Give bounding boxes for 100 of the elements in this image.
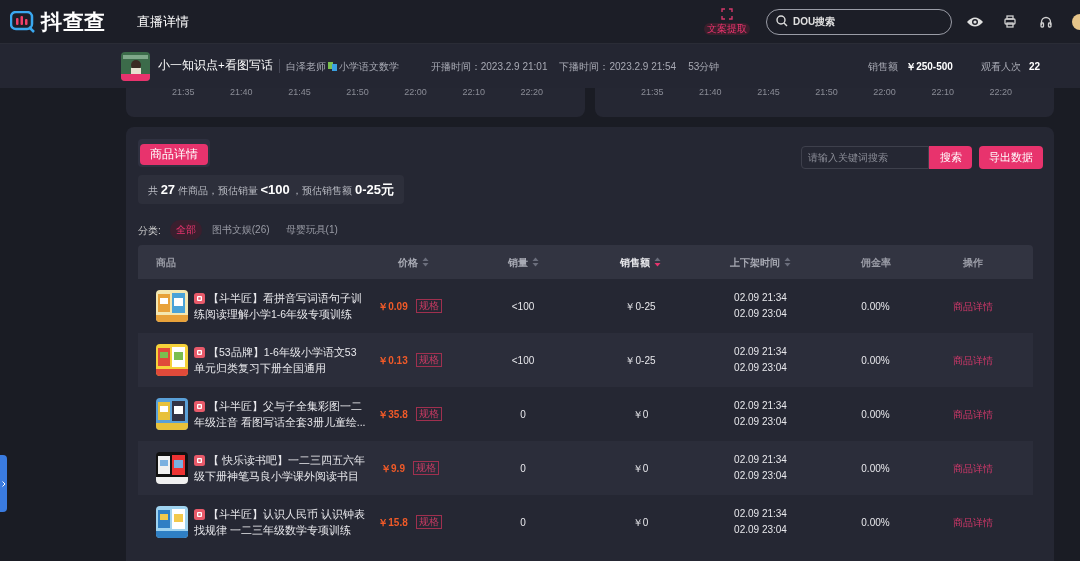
product-detail-link[interactable]: 商品详情	[913, 460, 1033, 476]
revenue-cell-text: ￥0	[631, 461, 650, 476]
product-title: 找规律 一二三年级数学专项训练	[194, 523, 352, 537]
delisting-time: 02.09 23:04	[734, 469, 787, 483]
views-label: 观看人次	[980, 59, 1021, 74]
sort-icon[interactable]	[654, 257, 661, 267]
logo-text: 抖查查	[41, 8, 106, 35]
product-detail-link[interactable]: 商品详情	[913, 352, 1033, 368]
search-button[interactable]: 搜索	[929, 146, 972, 169]
category-filter[interactable]: 全部	[169, 220, 202, 240]
spec-tag[interactable]: 规格	[415, 353, 442, 367]
chevron-right-icon	[1, 480, 6, 487]
spec-tag[interactable]: 规格	[415, 407, 442, 421]
product-title: 年级注音 看图写话全套3册儿童绘...	[194, 415, 366, 429]
axis-label: 21:35	[172, 88, 195, 97]
shop-icon	[194, 400, 205, 412]
listing-time: 02.09 21:34	[734, 453, 787, 467]
revenue-cell-text: ￥0-25	[624, 299, 657, 314]
page-title: 直播详情	[137, 12, 189, 31]
column-header[interactable]: 上下架时间	[730, 254, 780, 270]
product-title: 单元归类复习下册全国通用	[194, 361, 327, 375]
axis-label: 21:40	[230, 88, 253, 97]
axis-label: 22:20	[989, 88, 1012, 97]
delisting-time: 02.09 23:04	[734, 307, 787, 321]
shop-icon	[194, 454, 205, 466]
category-text: 小学语文数学	[338, 59, 399, 74]
axis-label: 21:40	[699, 88, 722, 97]
product-detail-tab[interactable]: 商品详情	[140, 143, 208, 165]
axis-label: 21:35	[641, 88, 664, 97]
summary-text: 共 27 件商品，预估销量 <100 ，预估销售额 0-25元	[148, 180, 394, 199]
commission-cell-text: 0.00%	[860, 515, 891, 530]
export-button[interactable]: 导出数据	[979, 146, 1043, 169]
revenue-cell-text: ￥0	[631, 515, 650, 530]
revenue-cell-text: ￥0-25	[624, 353, 657, 368]
sales-cell-text: 0	[519, 461, 527, 476]
axis-label: 22:00	[873, 88, 896, 97]
revenue-cell-text: ￥0	[631, 407, 650, 422]
listing-time: 02.09 21:34	[734, 291, 787, 305]
scan-icon[interactable]	[721, 8, 733, 20]
axis-label: 21:50	[815, 88, 838, 97]
extract-text-button[interactable]: 文案提取	[704, 23, 750, 35]
axis-label: 22:00	[404, 88, 427, 97]
shop-icon	[194, 292, 205, 304]
delisting-time: 02.09 23:04	[734, 523, 787, 537]
start-time: 开播时间：2023.2.9 21:01	[430, 59, 548, 74]
sales-cell-text: <100	[510, 353, 536, 368]
axis-label: 21:45	[288, 88, 311, 97]
listing-time: 02.09 21:34	[734, 507, 787, 521]
product-title: 【斗半匠】认识人民币 认识钟表	[208, 507, 365, 521]
category-label: 分类:	[138, 223, 161, 238]
price: ￥15.8	[378, 515, 408, 530]
price: ￥35.8	[378, 407, 408, 422]
live-title: 小一知识点+看图写话	[158, 58, 273, 74]
axis-label: 21:45	[757, 88, 780, 97]
views-value: 22	[1028, 59, 1040, 74]
search-field[interactable]: DOU搜索	[766, 8, 952, 35]
listing-time: 02.09 21:34	[734, 399, 787, 413]
column-header[interactable]: 价格	[397, 254, 418, 270]
category-filter[interactable]: 图书文娱(26)	[205, 220, 276, 240]
axis-label: 22:20	[520, 88, 543, 97]
headset-icon[interactable]	[1040, 15, 1052, 28]
sales-label: 销售额	[868, 59, 899, 74]
printer-icon[interactable]	[1004, 15, 1016, 28]
sort-icon[interactable]	[421, 257, 429, 267]
column-header: 商品	[156, 255, 176, 270]
product-detail-link[interactable]: 商品详情	[913, 298, 1033, 314]
shop-icon	[194, 346, 205, 358]
commission-cell-text: 0.00%	[860, 407, 891, 422]
column-header[interactable]: 销量	[507, 254, 528, 270]
sort-icon[interactable]	[784, 257, 791, 267]
price: ￥0.13	[378, 353, 408, 368]
category-icon	[327, 61, 337, 71]
category-filter[interactable]: 母婴玩具(1)	[279, 220, 344, 240]
product-title: 练阅读理解小学1-6年级专项训练	[194, 307, 354, 321]
spec-tag[interactable]: 规格	[415, 515, 442, 529]
end-time: 下播时间：2023.2.9 21:54	[559, 59, 677, 74]
product-title: 【 快乐读书吧】一二三四五六年	[208, 453, 365, 467]
product-title: 级下册神笔马良小学课外阅读书目	[194, 469, 360, 483]
product-title: 【53品牌】1-6年级小学语文53	[208, 345, 357, 359]
sales-cell-text: 0	[519, 407, 527, 422]
product-detail-link[interactable]: 商品详情	[913, 406, 1033, 422]
product-detail-link[interactable]: 商品详情	[913, 514, 1033, 530]
eye-icon[interactable]	[966, 15, 984, 28]
commission-cell-text: 0.00%	[860, 461, 891, 476]
commission-cell-text: 0.00%	[860, 299, 891, 314]
column-header[interactable]: 销售额	[620, 254, 650, 270]
spec-tag[interactable]: 规格	[412, 461, 439, 475]
price: ￥0.09	[378, 299, 408, 314]
keyword-search-field[interactable]: 请输入关键词搜索	[801, 146, 929, 169]
sales-value: ￥250-500	[906, 59, 953, 74]
column-header: 佣金率	[860, 255, 891, 270]
product-title: 【斗半匠】父与子全集彩图一二	[208, 399, 362, 413]
axis-label: 21:50	[346, 88, 369, 97]
duration: 53分钟	[688, 59, 720, 74]
spec-tag[interactable]: 规格	[415, 299, 442, 313]
price: ￥9.9	[381, 461, 405, 476]
delisting-time: 02.09 23:04	[734, 361, 787, 375]
column-header: 操作	[963, 255, 983, 270]
sales-cell-text: <100	[510, 299, 536, 314]
sort-icon[interactable]	[531, 257, 539, 267]
